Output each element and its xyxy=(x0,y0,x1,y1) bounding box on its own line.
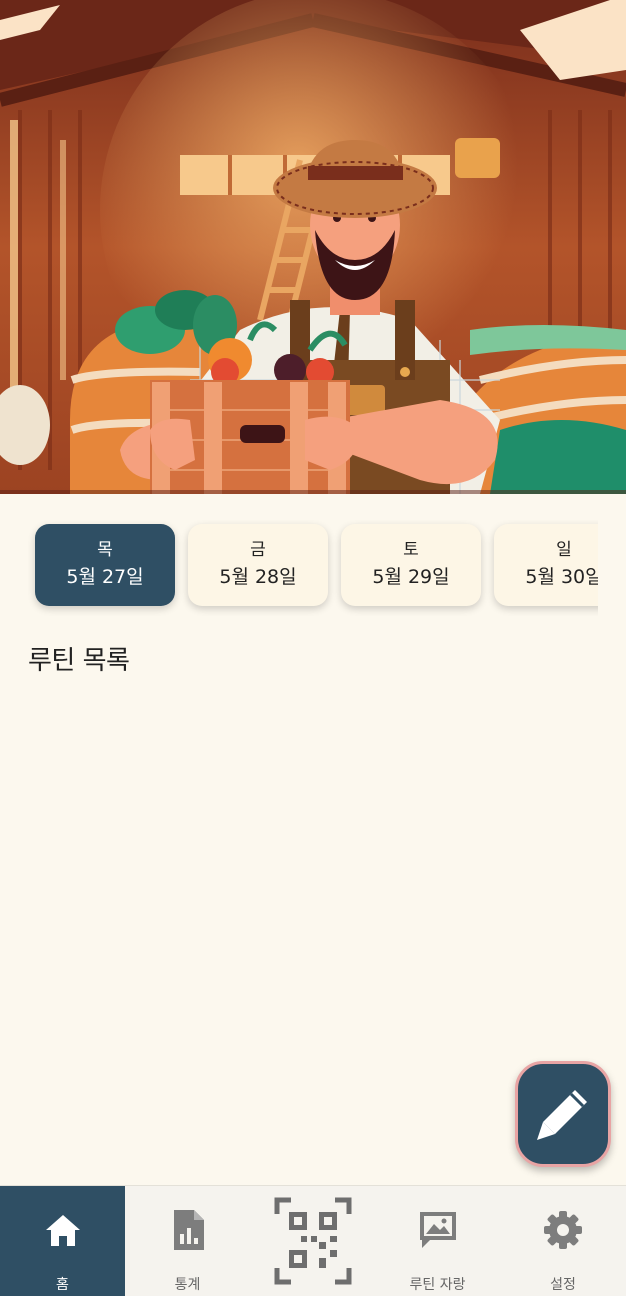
date-chip-day: 일 xyxy=(556,540,572,560)
date-chip-thursday[interactable]: 목 5월 27일 xyxy=(35,524,175,606)
date-chip-date: 5월 29일 xyxy=(372,566,450,588)
stats-document-icon xyxy=(173,1210,204,1250)
gear-icon xyxy=(544,1211,582,1249)
date-chip-day: 토 xyxy=(403,540,419,560)
qr-code-icon xyxy=(274,1197,351,1285)
date-chip-date: 5월 28일 xyxy=(219,566,297,588)
write-routine-button[interactable] xyxy=(515,1061,611,1167)
date-chip-day: 금 xyxy=(250,540,266,560)
nav-item-stats[interactable]: 통계 xyxy=(125,1186,250,1296)
date-selector: 목 5월 27일 금 5월 28일 토 5월 29일 일 5월 30일 xyxy=(28,518,598,618)
hero-illustration xyxy=(0,0,626,494)
bottom-navigation: 홈 통계 루틴 자랑 설정 xyxy=(0,1185,626,1296)
date-chip-friday[interactable]: 금 5월 28일 xyxy=(188,524,328,606)
image-gallery-icon xyxy=(419,1212,456,1248)
nav-item-home[interactable]: 홈 xyxy=(0,1186,125,1296)
date-chip-date: 5월 27일 xyxy=(66,566,144,588)
nav-item-routine-share[interactable]: 루틴 자랑 xyxy=(375,1186,500,1296)
home-icon xyxy=(45,1215,80,1246)
nav-item-label: 루틴 자랑 xyxy=(409,1277,466,1293)
routine-list-title: 루틴 목록 xyxy=(28,646,130,676)
nav-item-qr[interactable] xyxy=(250,1186,375,1296)
date-chip-sunday[interactable]: 일 5월 30일 xyxy=(494,524,598,606)
pencil-icon xyxy=(537,1090,587,1140)
date-chip-saturday[interactable]: 토 5월 29일 xyxy=(341,524,481,606)
nav-item-settings[interactable]: 설정 xyxy=(500,1186,626,1296)
nav-item-label: 통계 xyxy=(174,1277,201,1293)
nav-item-label: 홈 xyxy=(56,1277,69,1293)
date-chip-date: 5월 30일 xyxy=(525,566,598,588)
nav-item-label: 설정 xyxy=(550,1277,576,1293)
date-chip-day: 목 xyxy=(97,540,113,560)
